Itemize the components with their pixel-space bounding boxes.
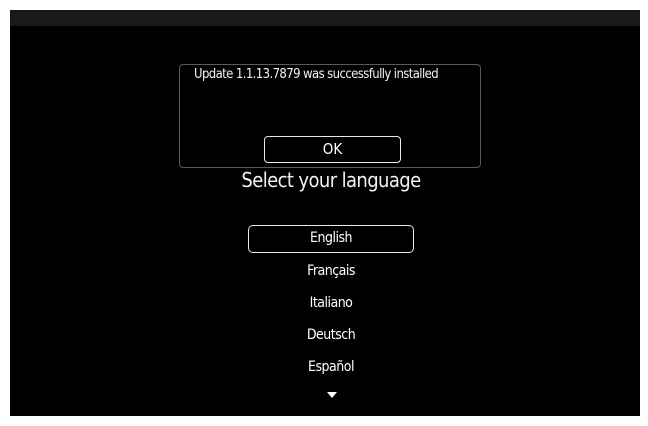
update-message: Update 1.1.13.7879 was successfully inst… [194, 67, 439, 82]
language-title: Select your language [241, 168, 421, 192]
language-option-espanol[interactable]: Español [248, 353, 414, 381]
tv-screen: Update 1.1.13.7879 was successfully inst… [10, 10, 640, 416]
language-option-deutsch[interactable]: Deutsch [248, 321, 414, 349]
language-option-italiano[interactable]: Italiano [248, 289, 414, 317]
update-dialog: Update 1.1.13.7879 was successfully inst… [179, 64, 481, 168]
language-option-francais[interactable]: Français [248, 257, 414, 285]
ok-button[interactable]: OK [264, 136, 401, 163]
triangle-down-icon[interactable] [327, 392, 337, 398]
language-option-english[interactable]: English [248, 225, 414, 253]
